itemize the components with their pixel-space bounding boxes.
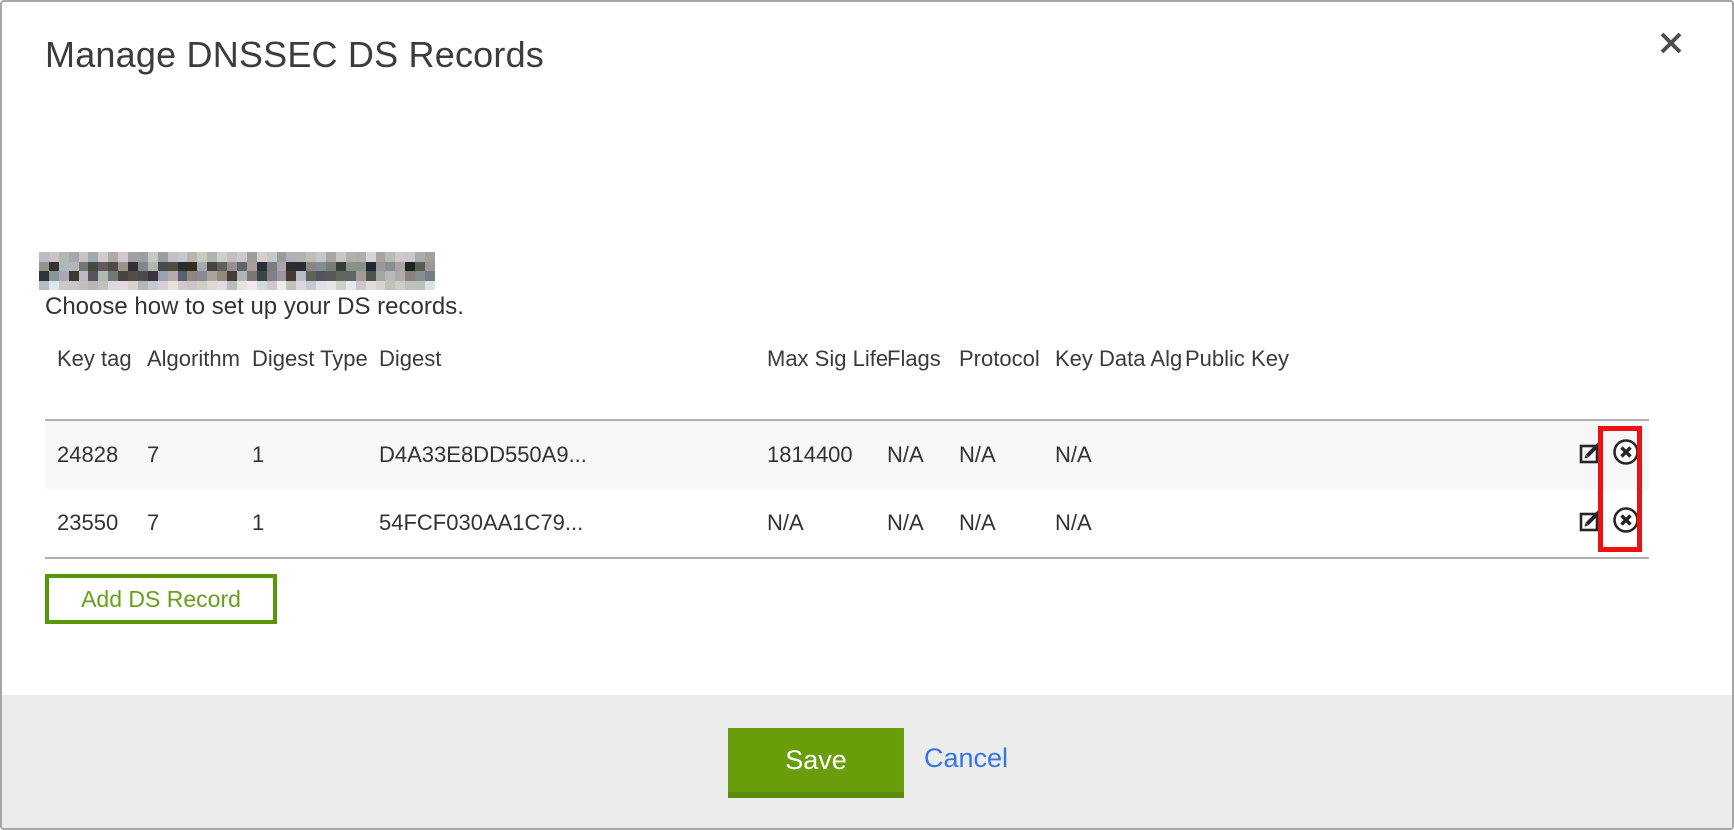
edit-icon (1578, 438, 1606, 472)
cell-max-sig-life: N/A (767, 510, 804, 536)
column-header-public-key: Public Key (1185, 346, 1289, 372)
cell-digest: 54FCF030AA1C79... (379, 510, 583, 536)
cell-digest-type: 1 (252, 510, 264, 536)
column-header-max-sig-life: Max Sig Life (767, 346, 888, 372)
column-header-flags: Flags (887, 346, 941, 372)
edit-record-button[interactable] (1577, 440, 1607, 470)
column-header-key-data-alg: Key Data Alg (1055, 346, 1182, 372)
delete-record-button[interactable] (1611, 508, 1641, 538)
delete-record-button[interactable] (1611, 440, 1641, 470)
column-header-protocol: Protocol (959, 346, 1040, 372)
column-header-digest: Digest (379, 346, 441, 372)
delete-icon (1611, 437, 1641, 473)
instruction-text: Choose how to set up your DS records. (45, 293, 464, 321)
modal-footer: Save Cancel (2, 695, 1732, 828)
cell-protocol: N/A (959, 510, 996, 536)
cell-algorithm: 7 (147, 442, 159, 468)
cell-flags: N/A (887, 510, 924, 536)
manage-dnssec-modal: Manage DNSSEC DS Records Choose how to s… (0, 0, 1734, 830)
close-icon (1657, 29, 1685, 62)
edit-record-button[interactable] (1577, 508, 1607, 538)
table-row: 23550 7 1 54FCF030AA1C79... N/A N/A N/A … (45, 489, 1649, 559)
table-row: 24828 7 1 D4A33E8DD550A9... 1814400 N/A … (45, 421, 1649, 489)
column-header-key-tag: Key tag (57, 346, 132, 372)
add-ds-record-button[interactable]: Add DS Record (45, 574, 277, 624)
cell-key-data-alg: N/A (1055, 442, 1092, 468)
close-button[interactable] (1654, 28, 1688, 62)
cell-max-sig-life: 1814400 (767, 442, 853, 468)
cell-protocol: N/A (959, 442, 996, 468)
redacted-domain-name (39, 252, 435, 290)
column-header-algorithm: Algorithm (147, 346, 240, 372)
ds-records-table: Key tag Algorithm Digest Type Digest Max… (45, 340, 1649, 559)
cell-key-tag: 24828 (57, 442, 118, 468)
cell-flags: N/A (887, 442, 924, 468)
cell-digest-type: 1 (252, 442, 264, 468)
cell-key-data-alg: N/A (1055, 510, 1092, 536)
save-button[interactable]: Save (728, 728, 904, 798)
page-title: Manage DNSSEC DS Records (45, 34, 544, 76)
edit-icon (1578, 506, 1606, 540)
delete-icon (1611, 505, 1641, 541)
cell-digest: D4A33E8DD550A9... (379, 442, 587, 468)
column-header-digest-type: Digest Type (252, 346, 368, 372)
cancel-link[interactable]: Cancel (924, 743, 1008, 774)
cell-key-tag: 23550 (57, 510, 118, 536)
table-header-row: Key tag Algorithm Digest Type Digest Max… (45, 340, 1649, 421)
cell-algorithm: 7 (147, 510, 159, 536)
